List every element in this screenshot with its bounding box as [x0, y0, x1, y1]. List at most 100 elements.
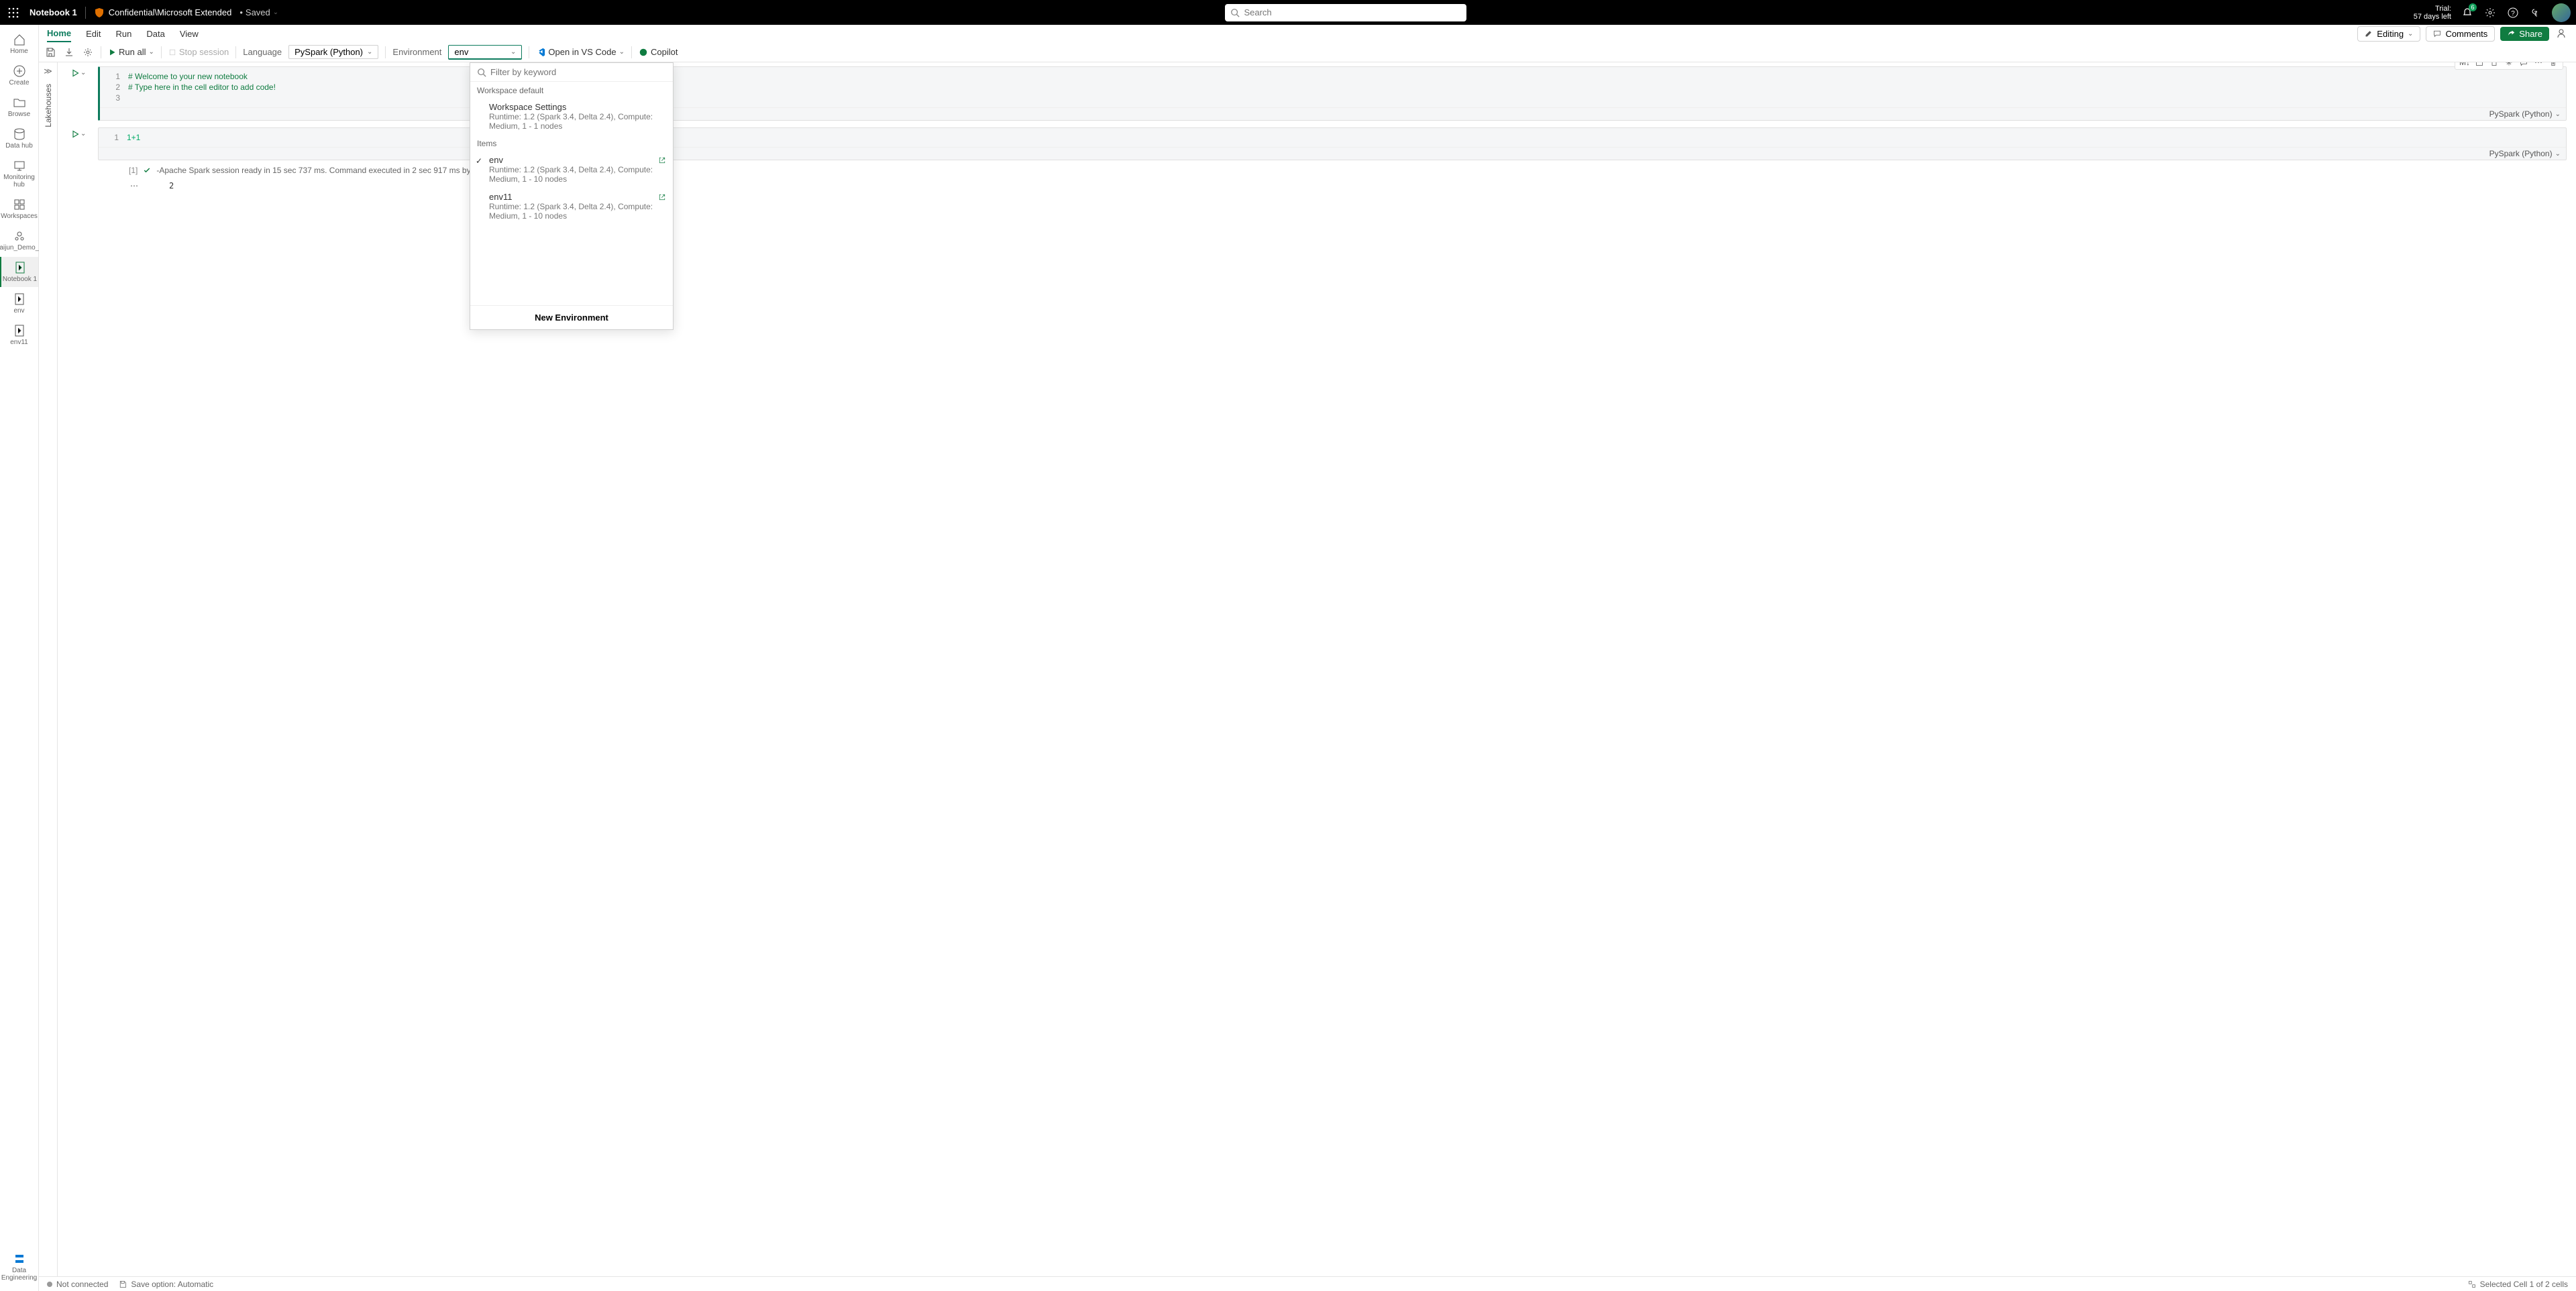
check-icon — [143, 166, 151, 174]
notification-badge: 6 — [2469, 3, 2477, 11]
env-item-env[interactable]: ✓ env Runtime: 1.2 (Spark 3.4, Delta 2.4… — [470, 151, 673, 188]
nav-data-hub[interactable]: Data hub — [0, 123, 38, 154]
external-link-icon[interactable] — [658, 156, 666, 164]
nav-create[interactable]: Create — [0, 60, 38, 91]
stop-session-button: Stop session — [168, 47, 229, 57]
database-icon — [13, 127, 26, 141]
global-header: Notebook 1 Confidential\Microsoft Extend… — [0, 0, 2576, 25]
convert-icon[interactable] — [2474, 62, 2485, 68]
chevron-down-icon: ⌄ — [511, 48, 516, 56]
home-icon — [13, 33, 26, 46]
env-icon — [13, 292, 26, 306]
tab-home[interactable]: Home — [47, 25, 71, 42]
tab-edit[interactable]: Edit — [86, 26, 101, 42]
rail-label[interactable]: Lakehouses — [44, 84, 53, 127]
global-search[interactable] — [1225, 4, 1466, 21]
nav-notebook1[interactable]: Notebook 1 — [0, 257, 38, 287]
notebook-toolbar: Run all ⌄ Stop session Language PySpark … — [0, 42, 2576, 62]
copilot-button[interactable]: Copilot — [639, 47, 678, 57]
search-icon — [477, 68, 486, 77]
open-vscode-button[interactable]: Open in VS Code ⌄ — [536, 47, 625, 57]
run-cell-icon[interactable] — [71, 130, 79, 138]
nav-env11[interactable]: env11 — [0, 320, 38, 350]
delete-cell-icon[interactable] — [2548, 62, 2559, 68]
env-filter-input[interactable] — [490, 67, 666, 77]
env-filter[interactable] — [470, 63, 673, 82]
save-icon[interactable] — [44, 46, 56, 58]
chevron-down-icon[interactable]: ⌄ — [80, 69, 86, 76]
more-icon[interactable]: ⋯ — [129, 180, 140, 191]
app-launcher-icon[interactable] — [5, 5, 21, 21]
svg-text:?: ? — [2511, 10, 2515, 17]
nav-demo-env[interactable]: Shuaijun_Demo_Env — [0, 225, 38, 256]
nav-data-engineering[interactable]: Data Engineering — [0, 1248, 38, 1286]
status-bar: Not connected Save option: Automatic Sel… — [39, 1276, 2576, 1291]
run-cell-icon[interactable] — [71, 69, 79, 77]
trial-status[interactable]: Trial: 57 days left — [2414, 5, 2451, 21]
ribbon-tabs: Home Edit Run Data View Editing ⌄ Commen… — [0, 25, 2576, 42]
comments-button[interactable]: Comments — [2426, 26, 2495, 42]
notifications-icon[interactable]: 6 — [2461, 6, 2474, 19]
chevron-down-icon: ⌄ — [619, 48, 625, 56]
divider — [85, 7, 86, 19]
user-avatar[interactable] — [2552, 3, 2571, 22]
sensitivity-label[interactable]: Confidential\Microsoft Extended — [94, 7, 232, 18]
selection-status: Selected Cell 1 of 2 cells — [2480, 1280, 2568, 1289]
tab-run[interactable]: Run — [116, 26, 132, 42]
download-icon[interactable] — [63, 46, 75, 58]
feedback-icon[interactable] — [2529, 6, 2542, 19]
gear-icon[interactable] — [82, 46, 94, 58]
save-status[interactable]: •Saved ⌄ — [239, 7, 278, 17]
new-environment-button[interactable]: New Environment — [470, 305, 673, 329]
environment-dropdown-popup: Workspace default Workspace Settings Run… — [470, 62, 674, 330]
env-item-workspace-settings[interactable]: Workspace Settings Runtime: 1.2 (Spark 3… — [470, 98, 673, 135]
comment-cell-icon[interactable] — [2518, 62, 2529, 68]
save-option-status[interactable]: Save option: Automatic — [119, 1280, 213, 1289]
section-items: Items — [470, 135, 673, 151]
language-dropdown[interactable]: PySpark (Python) ⌄ — [288, 45, 378, 59]
tab-data[interactable]: Data — [146, 26, 164, 42]
vscode-icon — [536, 48, 545, 57]
copilot-icon — [639, 48, 648, 57]
selection-icon — [2468, 1280, 2476, 1288]
chevron-down-icon[interactable]: ⌄ — [80, 130, 86, 137]
nav-workspaces[interactable]: Workspaces — [0, 194, 38, 224]
copilot-side-icon[interactable] — [2555, 27, 2568, 40]
nav-home[interactable]: Home — [0, 29, 38, 59]
expand-rail-icon[interactable]: ≫ — [44, 66, 52, 76]
markdown-toggle-icon[interactable]: M↓ — [2459, 62, 2470, 68]
plus-circle-icon — [13, 64, 26, 78]
settings-icon[interactable] — [2483, 6, 2497, 19]
lakehouses-rail: ≫ Lakehouses — [39, 62, 58, 1276]
connection-status[interactable]: Not connected — [47, 1280, 108, 1289]
env-icon — [13, 324, 26, 337]
notebook-title[interactable]: Notebook 1 — [30, 7, 77, 17]
editing-mode-button[interactable]: Editing ⌄ — [2357, 26, 2420, 42]
tab-view[interactable]: View — [180, 26, 199, 42]
chevron-down-icon: ⌄ — [2555, 111, 2561, 118]
grid-icon — [13, 198, 26, 211]
search-input[interactable] — [1244, 7, 1461, 17]
nav-monitoring[interactable]: Monitoring hub — [0, 155, 38, 192]
notebook-icon — [13, 261, 27, 274]
cell-editor[interactable]: M↓ ⋯ 1# Welcome to your new notebook 2# … — [98, 66, 2567, 121]
nav-env[interactable]: env — [0, 288, 38, 319]
share-button[interactable]: Share — [2500, 27, 2549, 41]
comment-icon — [2433, 30, 2441, 38]
share-icon — [2507, 30, 2515, 38]
lock-icon[interactable] — [2489, 62, 2500, 68]
cell-language-selector[interactable]: PySpark (Python) ⌄ — [99, 147, 2566, 160]
pencil-icon — [2365, 30, 2373, 38]
nav-browse[interactable]: Browse — [0, 92, 38, 122]
more-icon[interactable]: ⋯ — [2533, 62, 2544, 68]
external-link-icon[interactable] — [658, 193, 666, 201]
run-all-button[interactable]: Run all ⌄ — [108, 47, 154, 57]
language-label: Language — [243, 47, 282, 57]
environment-dropdown[interactable]: env ⌄ — [448, 45, 522, 60]
cell-editor[interactable]: 11+1 PySpark (Python) ⌄ — [98, 127, 2567, 160]
freeze-icon[interactable] — [2504, 62, 2514, 68]
env-item-env11[interactable]: env11 Runtime: 1.2 (Spark 3.4, Delta 2.4… — [470, 188, 673, 225]
code-cell: ⌄ 11+1 PySpark (Python) ⌄ [1] - — [67, 127, 2567, 194]
section-workspace-default: Workspace default — [470, 82, 673, 98]
help-icon[interactable]: ? — [2506, 6, 2520, 19]
